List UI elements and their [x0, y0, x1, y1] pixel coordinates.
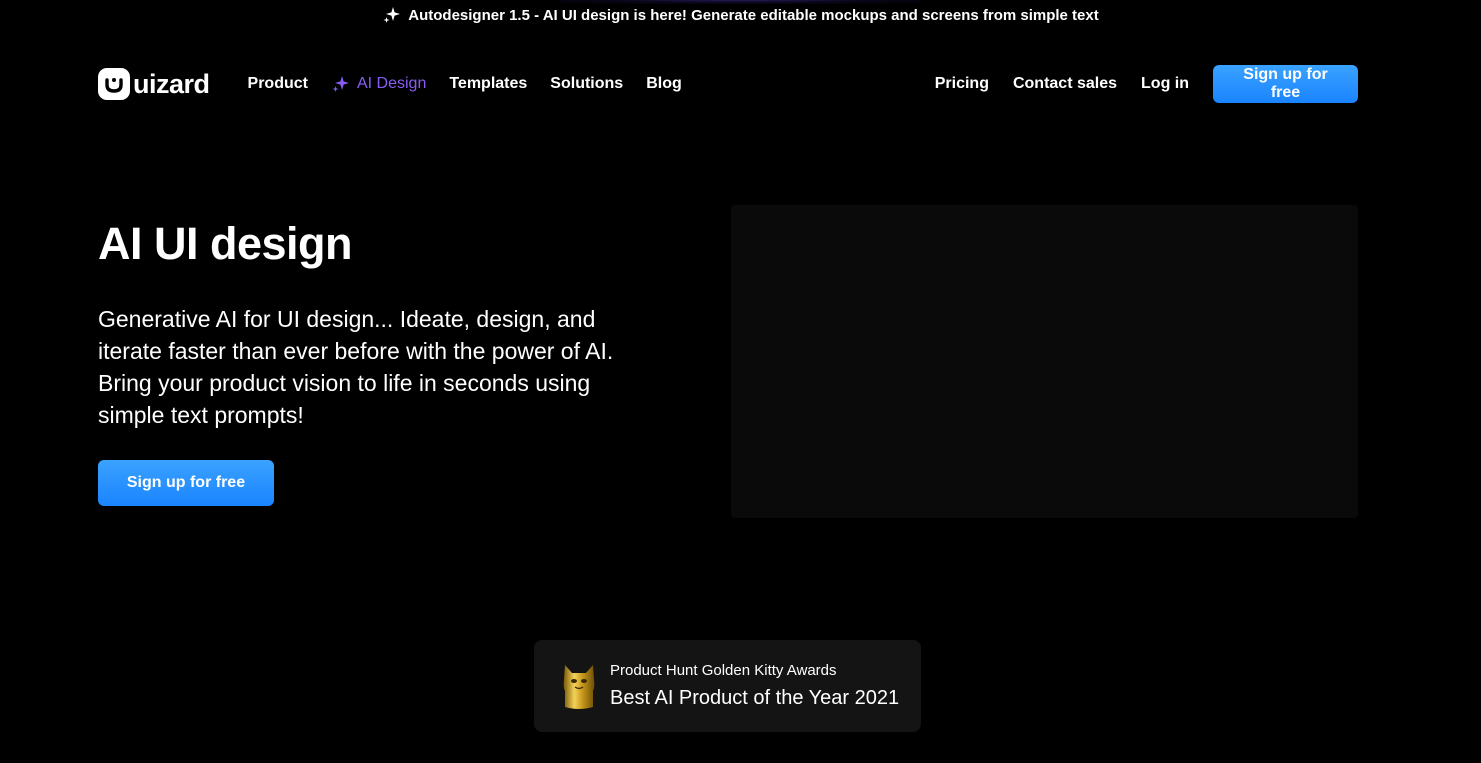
nav-signup-button[interactable]: Sign up for free [1213, 65, 1358, 103]
announcement-glow [560, 0, 920, 4]
nav-link-contact-sales[interactable]: Contact sales [1013, 75, 1117, 93]
award-subtitle: Product Hunt Golden Kitty Awards [610, 662, 837, 679]
nav-link-log-in[interactable]: Log in [1141, 75, 1189, 93]
sparkle-icon [332, 76, 349, 92]
award-card: Product Hunt Golden Kitty Awards Best AI… [534, 640, 921, 732]
hero-media-placeholder [731, 205, 1358, 518]
page: Autodesigner 1.5 - AI UI design is here!… [0, 0, 1481, 763]
nav-link-ai-design[interactable]: AI Design [331, 74, 426, 94]
award-title: Best AI Product of the Year 2021 [610, 687, 900, 709]
announcement-text: Autodesigner 1.5 - AI UI design is here!… [408, 6, 1099, 24]
nav-link-blog[interactable]: Blog [646, 75, 682, 93]
logo[interactable]: uizard [98, 68, 210, 100]
hero-subtitle: Generative AI for UI design... Ideate, d… [98, 306, 614, 428]
nav-link-solutions[interactable]: Solutions [550, 75, 623, 93]
nav-link-templates[interactable]: Templates [449, 75, 527, 93]
golden-kitty-icon [563, 665, 595, 709]
nav-right: Pricing Contact sales Log in Sign up for… [935, 65, 1358, 103]
logo-text: uizard [133, 68, 210, 99]
uizard-logo-icon [98, 68, 130, 100]
nav-link-pricing[interactable]: Pricing [935, 75, 989, 93]
nav-links: Product AI Design Templates Solutions Bl… [248, 74, 682, 94]
hero-signup-button[interactable]: Sign up for free [98, 460, 274, 506]
announcement-bar[interactable]: Autodesigner 1.5 - AI UI design is here!… [0, 0, 1481, 30]
nav-link-product[interactable]: Product [248, 75, 308, 93]
hero-title: AI UI design [98, 218, 353, 269]
navbar: uizard Product AI Design Templates Solut… [98, 62, 1358, 106]
sparkle-icon [383, 7, 401, 23]
nav-link-ai-design-label: AI Design [356, 75, 427, 92]
award-text: Product Hunt Golden Kitty Awards Best AI… [610, 662, 899, 710]
